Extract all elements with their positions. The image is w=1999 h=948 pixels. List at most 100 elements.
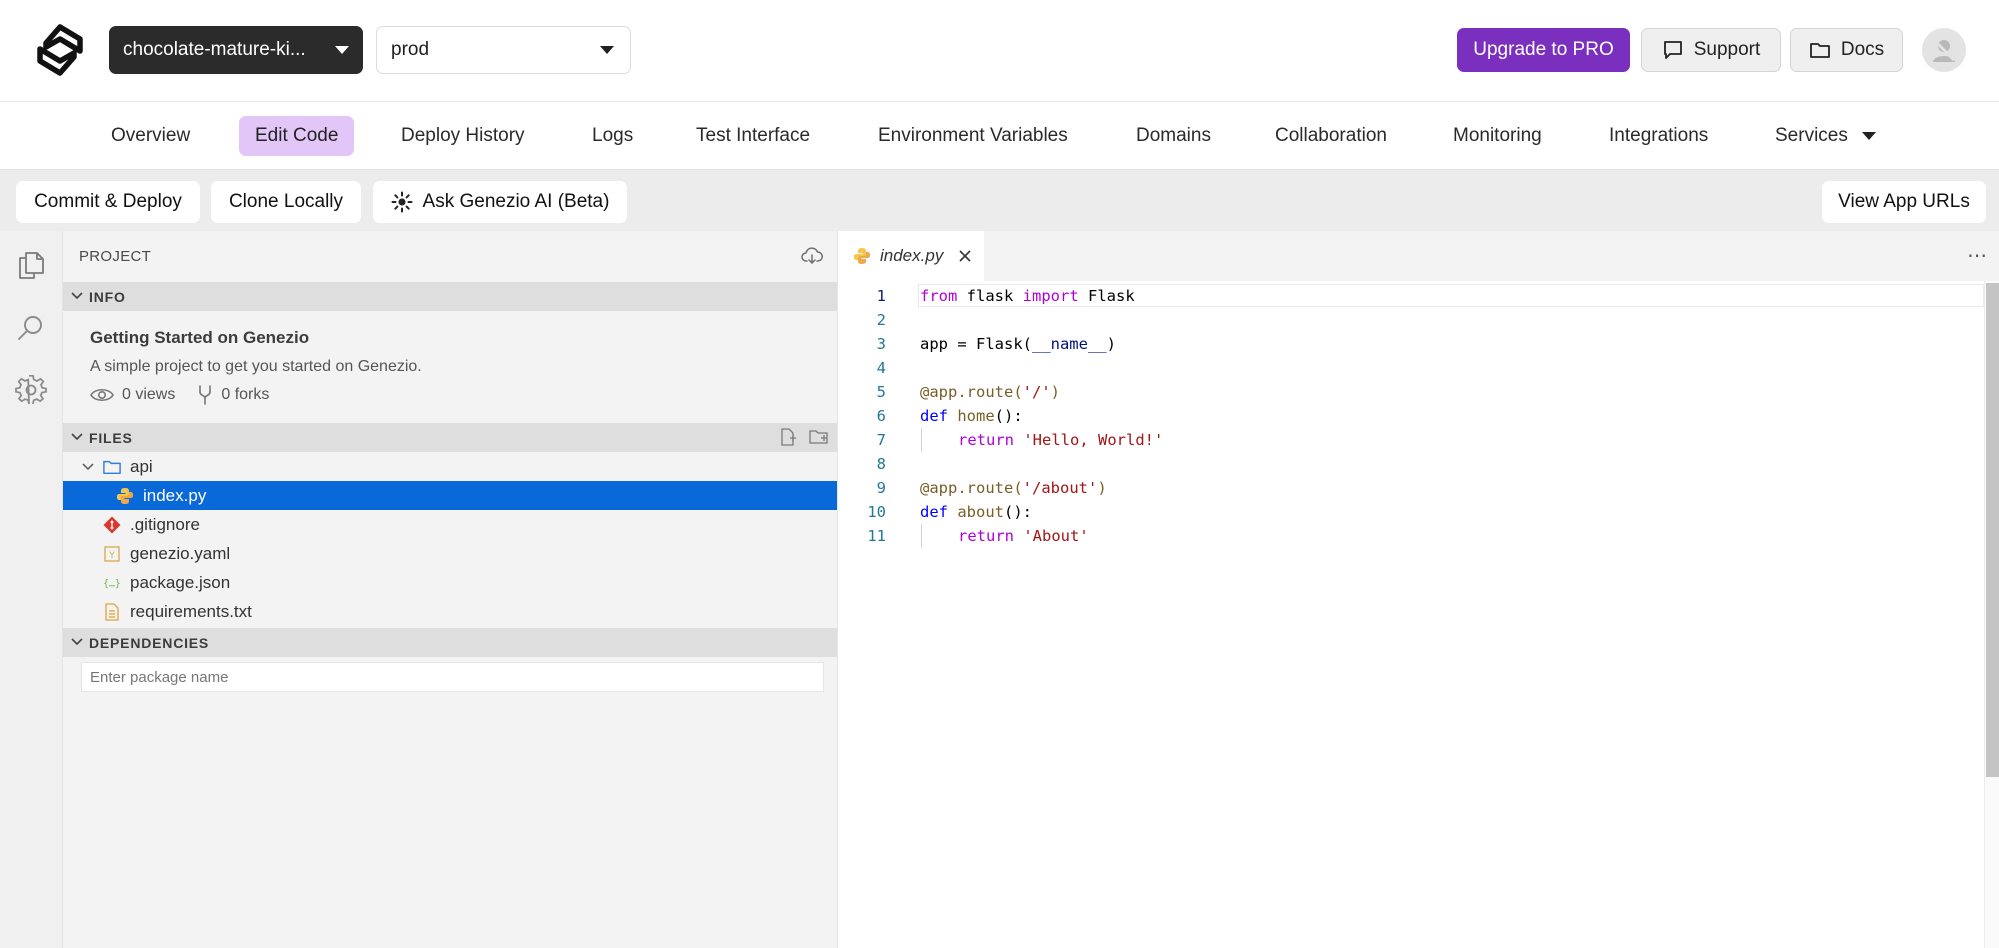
svg-text:{…}: {…} (103, 578, 121, 589)
line-number: 6 (876, 407, 886, 425)
new-folder-icon[interactable] (809, 428, 829, 446)
line-number: 8 (876, 455, 886, 473)
editor-scrollbar[interactable] (1984, 281, 1999, 948)
tab-edit-code[interactable]: Edit Code (239, 116, 355, 156)
tab-monitoring[interactable]: Monitoring (1437, 116, 1558, 156)
code-token: ) (1106, 335, 1116, 353)
code-editor: index.py ⋯ 1 from flask import Flask 2 3… (837, 231, 1999, 948)
code-token: __name__ (1031, 335, 1107, 353)
code-token: 'Hello, World!' (1014, 431, 1164, 449)
code-line: 6 def home(): (838, 404, 1984, 428)
new-file-icon[interactable] (779, 428, 797, 446)
code-token: return (958, 527, 1014, 545)
code-token: '/' (1022, 383, 1051, 401)
ask-ai-button[interactable]: Ask Genezio AI (Beta) (373, 181, 627, 223)
fork-icon (199, 385, 212, 405)
cloud-download-icon[interactable] (801, 246, 823, 266)
tab-overview[interactable]: Overview (95, 116, 206, 156)
editor-tab-strip: index.py ⋯ (838, 231, 1999, 281)
tree-folder-api[interactable]: api (63, 452, 837, 481)
ask-ai-label: Ask Genezio AI (Beta) (422, 191, 610, 212)
support-button[interactable]: Support (1641, 28, 1781, 72)
explorer-icon[interactable] (14, 248, 48, 282)
forks-count: 0 forks (221, 386, 270, 403)
line-number: 4 (876, 359, 886, 377)
tab-environment-variables[interactable]: Environment Variables (862, 116, 1084, 156)
tab-collaboration[interactable]: Collaboration (1259, 116, 1403, 156)
tree-file-gitignore[interactable]: .gitignore (63, 510, 837, 539)
user-icon (1932, 38, 1956, 62)
upgrade-button[interactable]: Upgrade to PRO (1457, 28, 1630, 72)
editor-tab-label: index.py (880, 246, 944, 265)
code-line: 7 return 'Hello, World!' (838, 428, 1984, 452)
line-number: 10 (867, 503, 886, 521)
code-line: 1 from flask import Flask (838, 284, 1984, 308)
tree-file-index-py[interactable]: index.py (63, 481, 837, 510)
tree-item-label: genezio.yaml (130, 543, 231, 563)
environment-selector[interactable]: prod (376, 26, 631, 74)
genezio-logo[interactable] (32, 22, 88, 78)
python-icon (854, 248, 870, 264)
folder-icon (103, 458, 121, 476)
code-token: return (958, 431, 1014, 449)
code-token: import (1022, 287, 1079, 305)
tree-file-requirements-txt[interactable]: requirements.txt (63, 597, 837, 626)
docs-label: Docs (1840, 39, 1885, 60)
code-token: ) (1050, 383, 1060, 401)
code-token: @app.route( (920, 479, 1023, 497)
indent-guide (921, 428, 922, 452)
tab-integrations[interactable]: Integrations (1593, 116, 1724, 156)
chat-icon (1663, 41, 1682, 59)
tree-file-genezio-yaml[interactable]: Y genezio.yaml (63, 539, 837, 568)
code-line: 11 return 'About' (838, 524, 1984, 548)
tab-deploy-history[interactable]: Deploy History (385, 116, 541, 156)
chevron-down-icon (82, 462, 94, 470)
code-line: 8 (838, 452, 1984, 476)
project-stats: 0 views 0 forks (90, 385, 291, 405)
info-section-label: INFO (89, 288, 126, 305)
code-token: @app.route( (920, 383, 1023, 401)
tab-services-label: Services (1775, 125, 1848, 146)
project-title: Getting Started on Genezio (90, 328, 310, 347)
tab-domains[interactable]: Domains (1120, 116, 1227, 156)
commit-deploy-button[interactable]: Commit & Deploy (16, 181, 200, 223)
package-name-input[interactable] (81, 662, 824, 692)
project-description: A simple project to get you started on G… (90, 358, 422, 375)
line-number: 3 (876, 335, 886, 353)
line-number: 5 (876, 383, 886, 401)
tab-services[interactable]: Services (1759, 116, 1892, 156)
docs-button[interactable]: Docs (1790, 28, 1903, 72)
tree-item-label: .gitignore (130, 514, 200, 534)
code-line: 9 @app.route('/about') (838, 476, 1984, 500)
scrollbar-thumb[interactable] (1986, 283, 1999, 777)
code-line: 10 def about(): (838, 500, 1984, 524)
more-actions-icon[interactable]: ⋯ (1967, 243, 1988, 268)
code-area[interactable]: 1 from flask import Flask 2 3 app = Flas… (838, 281, 1984, 948)
sidebar-title: PROJECT (79, 247, 152, 265)
dependencies-section-header[interactable]: DEPENDENCIES (63, 628, 837, 657)
code-line: 4 (838, 356, 1984, 380)
files-section-header[interactable]: FILES (63, 423, 837, 452)
view-app-urls-button[interactable]: View App URLs (1822, 181, 1986, 223)
code-token: (): (994, 407, 1023, 425)
top-header: chocolate-mature-ki... prod Upgrade to P… (0, 0, 1999, 102)
search-icon[interactable] (14, 311, 48, 345)
info-section-header[interactable]: INFO (63, 282, 837, 311)
chevron-down-icon (71, 433, 83, 441)
user-avatar[interactable] (1922, 28, 1966, 72)
tree-file-package-json[interactable]: {…} package.json (63, 568, 837, 597)
line-number: 9 (876, 479, 886, 497)
tab-test-interface[interactable]: Test Interface (680, 116, 826, 156)
close-icon[interactable] (958, 249, 972, 263)
code-token: about (948, 503, 1004, 521)
code-token: ) (1097, 479, 1107, 497)
views-count: 0 views (122, 386, 176, 403)
editor-tab-index-py[interactable]: index.py (838, 231, 984, 281)
settings-gear-icon[interactable] (14, 373, 48, 407)
code-token: 'About' (1014, 527, 1089, 545)
clone-locally-button[interactable]: Clone Locally (211, 181, 361, 223)
code-token: home (948, 407, 995, 425)
tab-logs[interactable]: Logs (576, 116, 649, 156)
project-selector[interactable]: chocolate-mature-ki... (109, 26, 363, 74)
activity-bar (0, 231, 63, 948)
